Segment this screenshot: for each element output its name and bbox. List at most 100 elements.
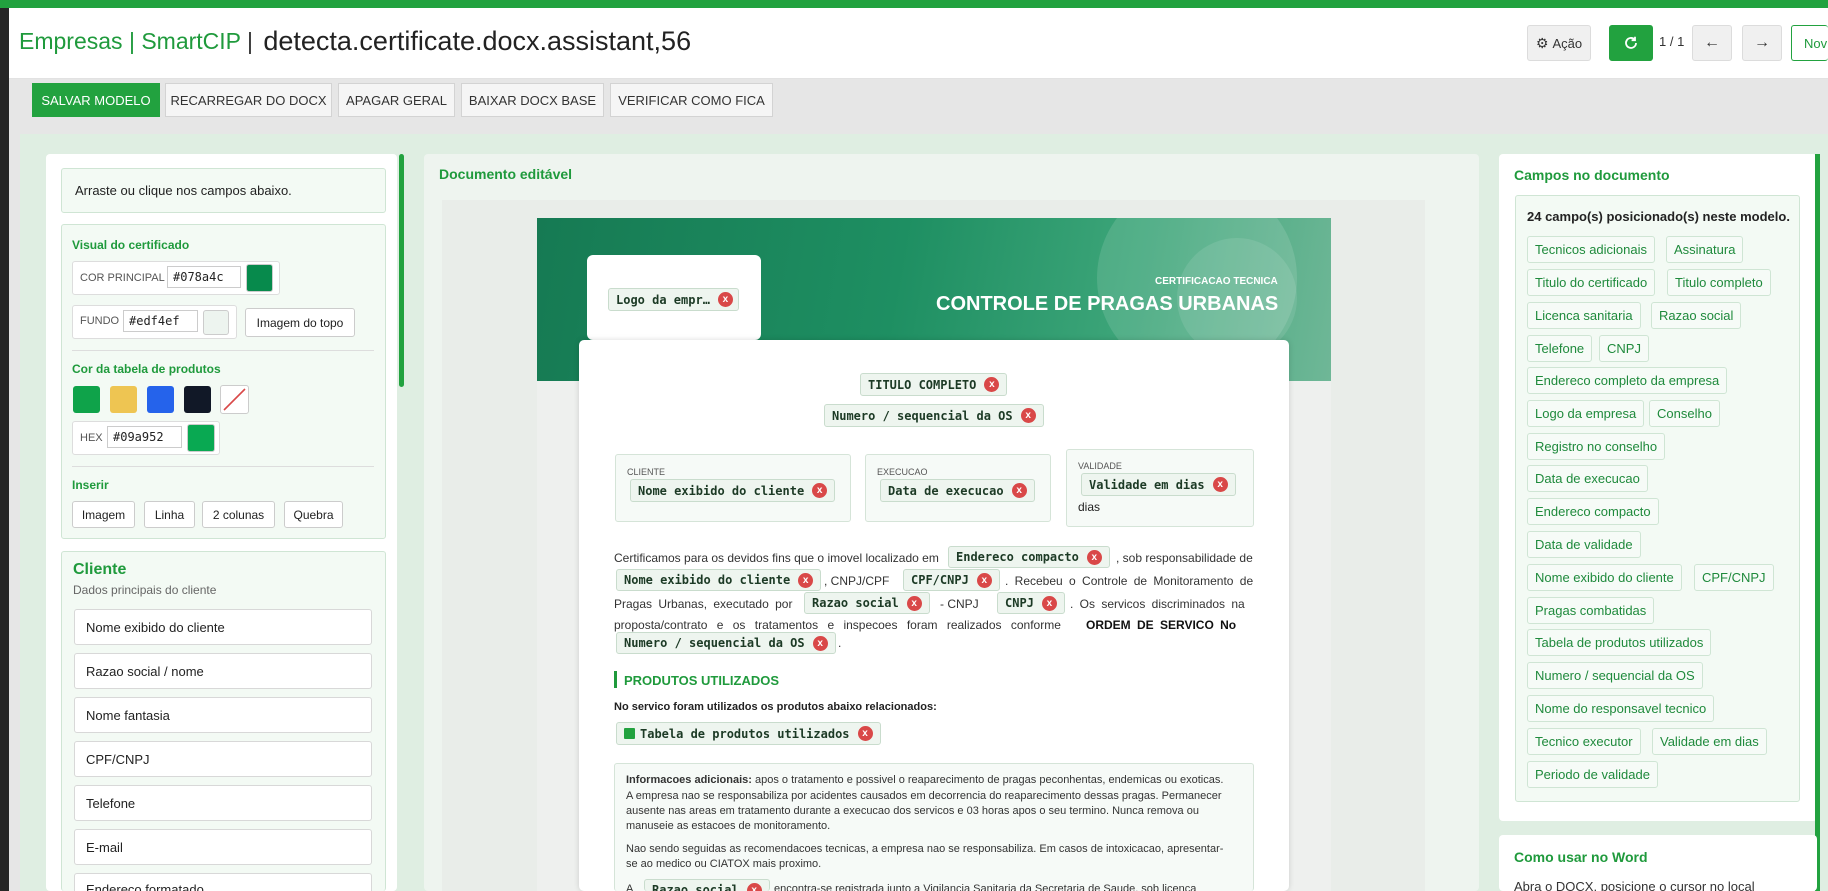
field-tag[interactable]: Validade em dias	[1652, 728, 1767, 755]
field-tag[interactable]: Data de validade	[1527, 531, 1641, 558]
left-panel-scrollbar[interactable]	[399, 154, 404, 387]
cnpj-chip[interactable]: CNPJ x	[997, 592, 1065, 614]
insert-two-columns-button[interactable]: 2 colunas	[202, 501, 275, 528]
os-number-chip[interactable]: Numero / sequencial da OS x	[824, 404, 1044, 427]
delete-all-button[interactable]: APAGAR GERAL	[338, 83, 455, 117]
field-tag[interactable]: Licenca sanitaria	[1527, 302, 1641, 329]
field-tag[interactable]: Registro no conselho	[1527, 433, 1666, 460]
field-tag[interactable]: Numero / sequencial da OS	[1527, 662, 1703, 689]
field-email[interactable]: E-mail	[74, 829, 372, 865]
breadcrumb-empresas[interactable]: Empresas	[19, 28, 123, 54]
hero-title: CONTROLE DE PRAGAS URBANAS	[936, 293, 1279, 315]
download-docx-button[interactable]: BAIXAR DOCX BASE	[461, 83, 604, 117]
right-panel-scrollbar[interactable]	[1815, 154, 1820, 891]
background-color-swatch[interactable]	[203, 310, 229, 335]
title-field-chip[interactable]: TITULO COMPLETO x	[860, 373, 1008, 396]
os-number-chip[interactable]: Numero / sequencial da OS x	[616, 632, 836, 654]
field-tag[interactable]: Tecnico executor	[1527, 728, 1641, 755]
remove-icon[interactable]: x	[1086, 549, 1102, 565]
pager-text: 1 / 1	[1659, 34, 1685, 49]
remove-icon[interactable]: x	[984, 377, 1000, 392]
remove-icon[interactable]: x	[717, 292, 733, 307]
chip-label: Endereco compacto	[956, 550, 1079, 564]
remove-icon[interactable]: x	[1020, 408, 1036, 423]
field-tag[interactable]: Tabela de produtos utilizados	[1527, 629, 1712, 656]
company-name-chip[interactable]: Razao social x	[804, 592, 930, 614]
top-image-button[interactable]: Imagem do topo	[245, 308, 355, 337]
swatch-black[interactable]	[184, 386, 211, 413]
prev-record-button[interactable]: ←	[1692, 25, 1732, 61]
execution-date-chip[interactable]: Data de execucao x	[880, 479, 1035, 502]
field-tag[interactable]: Nome exibido do cliente	[1527, 564, 1682, 591]
client-name-chip[interactable]: Nome exibido do cliente x	[616, 569, 822, 591]
field-tag[interactable]: Titulo do certificado	[1527, 269, 1656, 296]
field-tag[interactable]: Data de execucao	[1527, 465, 1648, 492]
remove-icon[interactable]: x	[1212, 477, 1228, 492]
field-formatted-address[interactable]: Endereco formatado	[74, 873, 372, 891]
field-tag[interactable]: Logo da empresa	[1527, 400, 1645, 427]
swatch-blue[interactable]	[147, 386, 174, 413]
field-tag[interactable]: Endereco compacto	[1527, 498, 1659, 525]
additional-info-text: apos o tratamento e possivel o reapareci…	[755, 774, 1224, 786]
field-phone[interactable]: Telefone	[74, 785, 372, 821]
field-tag[interactable]: Titulo completo	[1667, 269, 1771, 296]
field-tag[interactable]: Assinatura	[1666, 236, 1744, 263]
visual-section-title: Visual do certificado	[72, 238, 190, 252]
validity-days-chip[interactable]: Validade em dias x	[1081, 473, 1236, 496]
insert-image-button[interactable]: Imagem	[72, 501, 135, 528]
insert-line-button[interactable]: Linha	[144, 501, 195, 528]
products-table-chip[interactable]: Tabela de produtos utilizados x	[616, 722, 881, 745]
field-cpf-cnpj[interactable]: CPF/CNPJ	[74, 741, 372, 777]
field-tag[interactable]: CPF/CNPJ	[1694, 564, 1774, 591]
cpf-cnpj-chip[interactable]: CPF/CNPJ x	[903, 569, 1000, 591]
field-tag[interactable]: Conselho	[1649, 400, 1720, 427]
howto-title: Como usar no Word	[1514, 849, 1648, 865]
remove-icon[interactable]: x	[812, 635, 828, 651]
remove-icon[interactable]: x	[812, 483, 828, 498]
preview-button[interactable]: VERIFICAR COMO FICA	[610, 83, 773, 117]
field-client-display-name[interactable]: Nome exibido do cliente	[74, 609, 372, 645]
arrow-right-icon: →	[1754, 34, 1770, 51]
main-color-swatch[interactable]	[246, 264, 273, 292]
field-company-name[interactable]: Razao social / nome	[74, 653, 372, 689]
company-name-chip[interactable]: Razao social x	[644, 879, 770, 891]
hex-color-swatch[interactable]	[187, 424, 215, 452]
next-record-button[interactable]: →	[1742, 25, 1782, 61]
action-button[interactable]: ⚙ Ação	[1527, 25, 1591, 61]
remove-icon[interactable]: x	[857, 726, 873, 741]
additional-info-line: Informacoes adicionais: apos o tratament…	[626, 774, 1223, 786]
remove-icon[interactable]: x	[1011, 483, 1027, 498]
field-tag[interactable]: Tecnicos adicionais	[1527, 236, 1656, 263]
remove-icon[interactable]: x	[1041, 595, 1057, 611]
remove-icon[interactable]: x	[746, 883, 762, 891]
hex-input[interactable]: #09a952	[107, 426, 182, 448]
field-trade-name[interactable]: Nome fantasia	[74, 697, 372, 733]
field-tag[interactable]: Endereco completo da empresa	[1527, 367, 1728, 394]
field-tag[interactable]: Telefone	[1527, 335, 1593, 362]
new-button[interactable]: Nov	[1791, 25, 1828, 61]
compact-address-chip[interactable]: Endereco compacto x	[948, 546, 1110, 568]
logo-field-chip[interactable]: Logo da empr… x	[608, 288, 739, 311]
swatch-yellow[interactable]	[110, 386, 137, 413]
field-tag[interactable]: CNPJ	[1599, 335, 1649, 362]
field-tag[interactable]: Razao social	[1651, 302, 1742, 329]
breadcrumb-smartcip[interactable]: SmartCIP	[141, 28, 240, 54]
insert-break-button[interactable]: Quebra	[284, 501, 343, 528]
swatch-green[interactable]	[73, 386, 100, 413]
field-tag[interactable]: Pragas combatidas	[1527, 597, 1655, 624]
field-tag[interactable]: Nome do responsavel tecnico	[1527, 695, 1715, 722]
field-tag[interactable]: Periodo de validade	[1527, 761, 1658, 788]
refresh-button[interactable]	[1609, 25, 1653, 61]
paragraph-text: , CNPJ/CPF	[824, 574, 890, 588]
client-section-title: Cliente	[73, 561, 127, 578]
reload-docx-button[interactable]: RECARREGAR DO DOCX	[165, 83, 332, 117]
remove-icon[interactable]: x	[976, 572, 992, 588]
main-color-input[interactable]: #078a4c	[167, 266, 241, 288]
remove-icon[interactable]: x	[798, 572, 814, 588]
remove-icon[interactable]: x	[906, 595, 922, 611]
client-name-chip[interactable]: Nome exibido do cliente x	[630, 479, 836, 502]
save-model-button[interactable]: SALVAR MODELO	[32, 83, 160, 117]
swatch-none[interactable]	[220, 385, 249, 414]
chip-label: Razao social	[652, 883, 739, 891]
background-color-input[interactable]: #edf4ef	[123, 310, 198, 332]
